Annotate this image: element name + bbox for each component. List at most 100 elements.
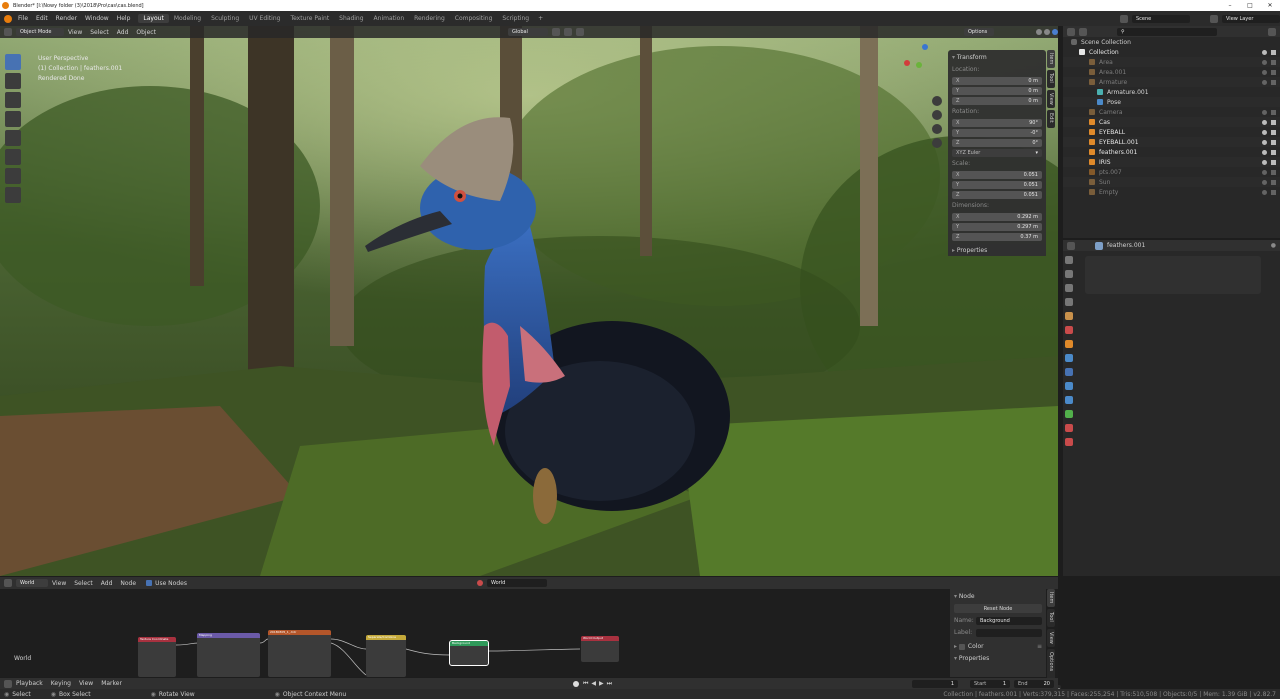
outliner-item-iris[interactable]: IRIS	[1063, 157, 1280, 167]
outliner-item-camera[interactable]: Camera	[1063, 107, 1280, 117]
outliner-item-armature-001[interactable]: Armature.001	[1063, 87, 1280, 97]
node-separate-combine[interactable]: Separate/Combine	[366, 635, 406, 677]
options-dropdown[interactable]: Options	[964, 28, 994, 36]
workspace-tab-uv-editing[interactable]: UV Editing	[244, 14, 285, 23]
color-checkbox[interactable]	[958, 643, 965, 650]
eye-icon[interactable]	[1262, 179, 1267, 185]
step-back-icon[interactable]: ◀	[591, 680, 596, 687]
viewport-menu-add[interactable]: Add	[117, 29, 129, 36]
move-tool-icon[interactable]	[5, 92, 21, 108]
camera-render-icon[interactable]	[1271, 119, 1276, 125]
node-panel-title[interactable]: Node	[959, 593, 975, 600]
node-sidebar-tab-view[interactable]: View	[1047, 629, 1055, 647]
eye-icon[interactable]	[1262, 69, 1267, 75]
node-20180305-1-hdr[interactable]: 20180305_1_.hdr	[268, 630, 331, 677]
rotation-x-field[interactable]: X 90°	[952, 119, 1042, 127]
gizmo-y-axis-icon[interactable]	[916, 62, 922, 68]
select-box-tool-icon[interactable]	[5, 54, 21, 70]
cursor-tool-icon[interactable]	[5, 73, 21, 89]
sidebar-tab-tool[interactable]: Tool	[1047, 70, 1055, 88]
eye-icon[interactable]	[1262, 139, 1267, 145]
node-name-field[interactable]: Background	[976, 616, 1042, 625]
current-frame-field[interactable]: 1	[912, 679, 958, 688]
camera-render-icon[interactable]	[1271, 189, 1276, 195]
output-tab-icon[interactable]	[1065, 284, 1073, 292]
sidebar-tab-edit[interactable]: Edit	[1047, 110, 1055, 128]
menu-render[interactable]: Render	[56, 15, 77, 22]
camera-render-icon[interactable]	[1271, 169, 1276, 175]
location-z-field[interactable]: Z 0 m	[952, 97, 1042, 105]
pin-icon[interactable]: ●	[1271, 242, 1276, 249]
outliner-search-input[interactable]: ⚲	[1117, 27, 1217, 36]
outliner-item-pose[interactable]: Pose	[1063, 97, 1280, 107]
workspace-tab-sculpting[interactable]: Sculpting	[206, 14, 244, 23]
particles-tab-icon[interactable]	[1065, 368, 1073, 376]
tool-tab-icon[interactable]	[1065, 256, 1073, 264]
ortho-toggle-icon[interactable]	[932, 138, 942, 148]
workspace-tab-animation[interactable]: Animation	[369, 14, 410, 23]
navigation-gizmo[interactable]	[902, 42, 938, 86]
outliner-editor-icon[interactable]	[1067, 27, 1075, 36]
dimension-z-field[interactable]: Z 0.37 m	[952, 233, 1042, 241]
scale-y-field[interactable]: Y 0.051	[952, 181, 1042, 189]
camera-render-icon[interactable]	[1271, 49, 1276, 55]
outliner-item-eyeball-001[interactable]: EYEBALL.001	[1063, 137, 1280, 147]
camera-render-icon[interactable]	[1271, 79, 1276, 85]
filter-icon[interactable]	[1268, 27, 1276, 36]
shading-solid-icon[interactable]	[1036, 29, 1042, 35]
eye-icon[interactable]	[1262, 119, 1267, 125]
close-button[interactable]: ✕	[1260, 2, 1280, 9]
eye-icon[interactable]	[1262, 169, 1267, 175]
timeline-menu-view[interactable]: View	[79, 680, 93, 687]
transform-panel-title[interactable]: Transform	[957, 54, 987, 61]
start-frame-field[interactable]: Start 1	[970, 679, 1010, 688]
timeline-menu-marker[interactable]: Marker	[101, 680, 122, 687]
modifier-tab-icon[interactable]	[1065, 354, 1073, 362]
camera-render-icon[interactable]	[1271, 159, 1276, 165]
eye-icon[interactable]	[1262, 109, 1267, 115]
dimension-x-field[interactable]: X 0.292 m	[952, 213, 1042, 221]
measure-tool-icon[interactable]	[5, 187, 21, 203]
workspace-tab-scripting[interactable]: Scripting	[497, 14, 534, 23]
eye-icon[interactable]	[1262, 59, 1267, 65]
outliner-item-feathers-001[interactable]: feathers.001	[1063, 147, 1280, 157]
workspace-tab-modeling[interactable]: Modeling	[169, 14, 206, 23]
camera-render-icon[interactable]	[1271, 69, 1276, 75]
shading-material-icon[interactable]	[1044, 29, 1050, 35]
mode-dropdown[interactable]: Object Mode	[16, 28, 64, 36]
eye-icon[interactable]	[1262, 49, 1267, 55]
outliner-item-empty[interactable]: Empty	[1063, 187, 1280, 197]
proportional-edit-icon[interactable]	[576, 28, 584, 36]
view-layer-tab-icon[interactable]	[1065, 298, 1073, 306]
transform-tool-icon[interactable]	[5, 149, 21, 165]
color-list-icon[interactable]: ≡	[1037, 643, 1042, 650]
shading-rendered-icon[interactable]	[1052, 29, 1058, 35]
camera-render-icon[interactable]	[1271, 149, 1276, 155]
data-tab-icon[interactable]	[1065, 410, 1073, 418]
dimension-y-field[interactable]: Y 0.297 m	[952, 223, 1042, 231]
scale-z-field[interactable]: Z 0.051	[952, 191, 1042, 199]
scene-field[interactable]: Scene	[1132, 14, 1190, 23]
gizmo-z-axis-icon[interactable]	[922, 44, 928, 50]
pan-icon[interactable]	[932, 110, 942, 120]
node-world-output[interactable]: World Output	[581, 636, 619, 662]
zoom-icon[interactable]	[932, 96, 942, 106]
outliner-item-armature[interactable]: Armature	[1063, 77, 1280, 87]
rotation-mode-dropdown[interactable]: XYZ Euler ▾	[952, 149, 1042, 157]
outliner-item-collection[interactable]: Collection	[1063, 47, 1280, 57]
properties-subpanel[interactable]: ▸ Properties	[948, 244, 1046, 256]
outliner-item-sun[interactable]: Sun	[1063, 177, 1280, 187]
outliner-item-eyeball[interactable]: EYEBALL	[1063, 127, 1280, 137]
menu-help[interactable]: Help	[117, 15, 131, 22]
sidebar-tab-view[interactable]: View	[1047, 90, 1055, 108]
editor-type-icon[interactable]	[4, 28, 12, 36]
node-label-field[interactable]	[976, 628, 1042, 637]
record-icon[interactable]	[572, 680, 579, 687]
outliner-item-cas[interactable]: Cas	[1063, 117, 1280, 127]
menu-edit[interactable]: Edit	[36, 15, 48, 22]
annotate-tool-icon[interactable]	[5, 168, 21, 184]
node-sidebar-tab-tool[interactable]: Tool	[1047, 609, 1055, 627]
viewport-menu-view[interactable]: View	[68, 29, 82, 36]
properties-editor-icon[interactable]	[1067, 241, 1075, 250]
node-texture-coordinate[interactable]: Texture Coordinate	[138, 637, 176, 677]
